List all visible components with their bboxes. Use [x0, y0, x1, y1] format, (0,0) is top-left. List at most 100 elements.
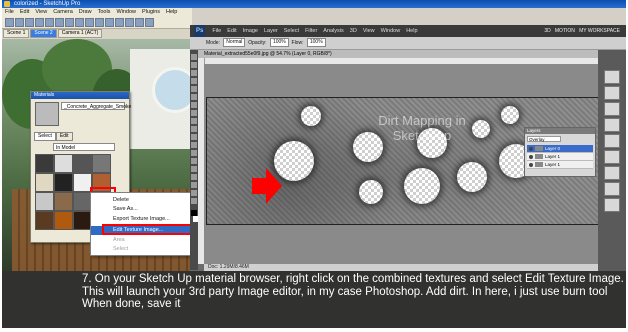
burn-tool-icon[interactable]	[191, 150, 197, 156]
history-brush-icon[interactable]	[191, 126, 197, 132]
workspace-my[interactable]: MY WORKSPACE	[579, 28, 620, 34]
material-name-field[interactable]: _Concrete_Aggregate_Smoke	[61, 102, 131, 110]
layer-row[interactable]: Layer 1	[527, 161, 593, 169]
eye-icon[interactable]	[529, 162, 533, 167]
scale-tool-icon[interactable]	[85, 18, 94, 27]
material-tile[interactable]	[35, 211, 54, 230]
menu-draw[interactable]: Draw	[76, 9, 95, 15]
material-tile[interactable]	[35, 154, 54, 173]
gradient-tool-icon[interactable]	[191, 142, 197, 148]
menu-camera[interactable]: Camera	[50, 9, 76, 15]
pen-tool-icon[interactable]	[191, 158, 197, 164]
workspace-3d[interactable]: 3D	[544, 28, 550, 34]
zoom-tool-icon[interactable]	[191, 198, 197, 204]
material-tile[interactable]	[54, 211, 73, 230]
ps-menu-filter[interactable]: Filter	[302, 28, 320, 34]
styles-panel-icon[interactable]	[604, 102, 620, 116]
rectangle-tool-icon[interactable]	[45, 18, 54, 27]
ps-menu-select[interactable]: Select	[281, 28, 302, 34]
ps-menu-3d[interactable]: 3D	[347, 28, 360, 34]
workspace-motion[interactable]: MOTION	[555, 28, 575, 34]
menu-window[interactable]: Window	[113, 9, 139, 15]
pencil-tool-icon[interactable]	[25, 18, 34, 27]
scene-tab-camera[interactable]: Camera 1 (ACT)	[57, 29, 103, 39]
blend-mode-select[interactable]: Overlay	[527, 136, 561, 142]
menu-view[interactable]: View	[32, 9, 50, 15]
lasso-tool-icon[interactable]	[191, 70, 197, 76]
path-select-icon[interactable]	[191, 174, 197, 180]
ps-menu-edit[interactable]: Edit	[224, 28, 239, 34]
flow-field[interactable]: 100%	[306, 38, 326, 48]
move-tool-icon[interactable]	[191, 54, 197, 60]
paint-bucket-icon[interactable]	[115, 18, 124, 27]
menu-item-delete[interactable]: Delete	[91, 196, 191, 205]
menu-tools[interactable]: Tools	[95, 9, 114, 15]
ps-menu-view[interactable]: View	[360, 28, 378, 34]
material-tile[interactable]	[73, 154, 92, 173]
layer-row[interactable]: Layer 0	[527, 145, 593, 153]
color-panel-icon[interactable]	[604, 70, 620, 84]
scene-tab-1[interactable]: Scene 1	[3, 29, 30, 39]
material-tile[interactable]	[35, 192, 54, 211]
menu-item-save-as[interactable]: Save As...	[91, 205, 191, 214]
adjustments-panel-icon[interactable]	[604, 118, 620, 132]
stamp-tool-icon[interactable]	[191, 118, 197, 124]
ps-menu-analysis[interactable]: Analysis	[320, 28, 346, 34]
move-tool-icon[interactable]	[65, 18, 74, 27]
document-tab[interactable]: Material_extracted55e0f9.jpg @ 54.7% (La…	[198, 50, 604, 58]
wand-tool-icon[interactable]	[191, 78, 197, 84]
hand-tool-icon[interactable]	[191, 190, 197, 196]
material-tile[interactable]	[92, 154, 111, 173]
channels-panel-icon[interactable]	[604, 182, 620, 196]
swatches-panel-icon[interactable]	[604, 86, 620, 100]
actions-panel-icon[interactable]	[604, 166, 620, 180]
texture-hole	[404, 168, 440, 204]
heal-tool-icon[interactable]	[191, 102, 197, 108]
material-tile[interactable]	[54, 192, 73, 211]
brush-tool-icon[interactable]	[191, 110, 197, 116]
history-panel-icon[interactable]	[604, 150, 620, 164]
ps-menu-image[interactable]: Image	[240, 28, 261, 34]
menu-edit[interactable]: Edit	[17, 9, 32, 15]
menu-file[interactable]: File	[2, 9, 17, 15]
ps-menu-layer[interactable]: Layer	[261, 28, 281, 34]
paths-panel-icon[interactable]	[604, 198, 620, 212]
marquee-tool-icon[interactable]	[191, 62, 197, 68]
collection-dropdown[interactable]: In Model	[53, 143, 115, 151]
opacity-field[interactable]: 100%	[269, 38, 289, 48]
menu-plugins[interactable]: Plugins	[139, 9, 163, 15]
menu-help[interactable]: Help	[163, 9, 180, 15]
ps-menu-file[interactable]: File	[209, 28, 224, 34]
ps-menu-help[interactable]: Help	[403, 28, 420, 34]
menu-item-export-texture-image[interactable]: Export Texture Image...	[91, 215, 191, 224]
eyedropper-tool-icon[interactable]	[191, 94, 197, 100]
pan-tool-icon[interactable]	[135, 18, 144, 27]
masks-panel-icon[interactable]	[604, 134, 620, 148]
arc-tool-icon[interactable]	[35, 18, 44, 27]
eraser-tool-icon[interactable]	[15, 18, 24, 27]
eye-icon[interactable]	[529, 154, 533, 159]
tape-tool-icon[interactable]	[105, 18, 114, 27]
material-tile[interactable]	[35, 173, 54, 192]
layers-panel-title: Layers	[525, 128, 595, 134]
rotate-tool-icon[interactable]	[75, 18, 84, 27]
orbit-tool-icon[interactable]	[125, 18, 134, 27]
ps-menu-window[interactable]: Window	[378, 28, 404, 34]
type-tool-icon[interactable]	[191, 166, 197, 172]
offset-tool-icon[interactable]	[95, 18, 104, 27]
material-tile[interactable]	[54, 173, 73, 192]
scene-tab-2[interactable]: Scene 2	[30, 29, 57, 39]
mode-select[interactable]: Normal	[223, 38, 246, 48]
layer-row[interactable]: Layer 1	[527, 153, 593, 161]
crop-tool-icon[interactable]	[191, 86, 197, 92]
push-pull-tool-icon[interactable]	[55, 18, 64, 27]
eraser-tool-icon[interactable]	[191, 134, 197, 140]
zoom-tool-icon[interactable]	[145, 18, 154, 27]
material-tile[interactable]	[54, 154, 73, 173]
opacity-label: Opacity:	[248, 40, 267, 46]
select-tool-icon[interactable]	[5, 18, 14, 27]
tab-select[interactable]: Select	[34, 132, 56, 141]
eye-icon[interactable]	[529, 146, 533, 151]
tab-edit[interactable]: Edit	[55, 132, 73, 141]
shape-tool-icon[interactable]	[191, 182, 197, 188]
